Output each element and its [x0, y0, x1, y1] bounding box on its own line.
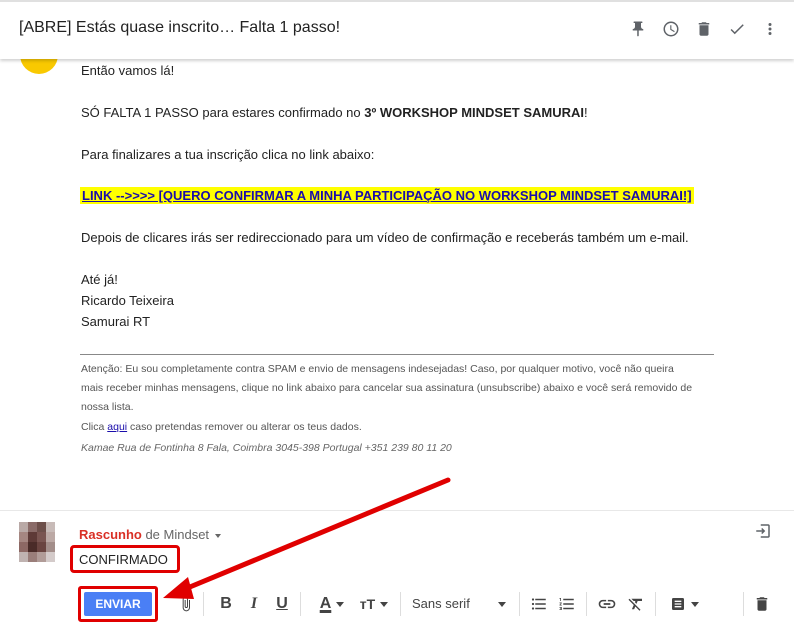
- header-actions: [628, 18, 780, 40]
- confirm-participation-link[interactable]: LINK -->>>> [QUERO CONFIRMAR A MINHA PAR…: [82, 188, 692, 203]
- signature-name: Ricardo Teixeira: [81, 293, 174, 308]
- more-formatting-icon[interactable]: [667, 594, 701, 614]
- dropdown-caret: [498, 601, 506, 607]
- font-family-select[interactable]: Sans serif: [412, 596, 470, 611]
- email-header: [ABRE] Estás quase inscrito… Falta 1 pas…: [0, 0, 794, 59]
- signature-company: Samurai RT: [81, 314, 151, 329]
- workshop-name: 3º WORKSHOP MINDSET SAMURAI: [364, 105, 584, 120]
- toolbar-divider: [203, 592, 204, 616]
- text-size-icon[interactable]: тT: [356, 594, 392, 614]
- avatar: [19, 522, 55, 562]
- done-check-icon[interactable]: [727, 18, 747, 40]
- font-family-label: Sans serif: [412, 596, 470, 611]
- attach-icon[interactable]: [178, 594, 194, 614]
- text-color-icon[interactable]: A: [314, 594, 350, 614]
- text-size-glyph: тT: [359, 596, 376, 612]
- toolbar-divider: [743, 592, 744, 616]
- unsubscribe-link[interactable]: aqui: [107, 421, 127, 433]
- discard-draft-icon[interactable]: [752, 594, 772, 614]
- body-text: !: [584, 105, 588, 120]
- footer-divider: [80, 354, 714, 355]
- bold-icon[interactable]: B: [218, 594, 234, 614]
- compose-divider: [0, 510, 794, 511]
- footer-text: caso pretendas remover ou alterar os teu…: [127, 421, 362, 433]
- italic-icon[interactable]: I: [246, 594, 262, 614]
- from-text: de Mindset: [141, 527, 210, 542]
- toolbar-divider: [655, 592, 656, 616]
- chevron-down-icon: [690, 601, 699, 607]
- font-color-glyph: A: [319, 595, 332, 612]
- toolbar-divider: [400, 592, 401, 616]
- chevron-down-icon[interactable]: [496, 594, 508, 614]
- footer-line-1: Atenção: Eu sou completamente contra SPA…: [81, 363, 674, 375]
- toolbar-divider: [586, 592, 587, 616]
- numbered-list-icon[interactable]: [558, 594, 576, 614]
- greeting: Então vamos lá!: [81, 63, 175, 78]
- send-button[interactable]: ENVIAR: [84, 592, 152, 616]
- draft-label: Rascunho: [79, 527, 142, 542]
- chevron-down-icon: [380, 601, 389, 607]
- body-paragraph-1: SÓ FALTA 1 PASSO para estares confirmado…: [81, 105, 588, 121]
- toolbar-divider: [300, 592, 301, 616]
- footer-text: Clica: [81, 421, 108, 433]
- annotation-arrow-shaft: [182, 477, 451, 592]
- delete-icon[interactable]: [694, 18, 714, 40]
- chevron-down-icon: [336, 601, 345, 607]
- footer-address: Kamae Rua de Fontinha 8 Fala, Coimbra 30…: [81, 442, 452, 454]
- signoff: Até já!: [81, 272, 118, 287]
- draft-from-line[interactable]: Rascunho de Mindset: [79, 527, 222, 542]
- compose-body-input[interactable]: CONFIRMADO: [79, 552, 168, 567]
- more-vert-icon[interactable]: [760, 18, 780, 40]
- body-paragraph-3: Depois de clicares irás ser redirecciona…: [81, 230, 689, 245]
- body-text: SÓ FALTA 1 PASSO para estares confirmado…: [81, 105, 365, 120]
- email-subject: [ABRE] Estás quase inscrito… Falta 1 pas…: [19, 19, 341, 36]
- body-paragraph-2: Para finalizares a tua inscrição clica n…: [81, 147, 375, 162]
- link-icon[interactable]: [597, 594, 617, 614]
- chevron-down-icon: [215, 533, 222, 538]
- pin-icon[interactable]: [628, 18, 648, 40]
- toolbar-divider: [519, 592, 520, 616]
- remove-formatting-icon[interactable]: [626, 594, 646, 614]
- underline-icon[interactable]: U: [274, 594, 290, 614]
- footer-line-3: nossa lista.: [81, 401, 134, 413]
- confirm-link-row: LINK -->>>> [QUERO CONFIRMAR A MINHA PAR…: [80, 187, 694, 204]
- footer-unsubscribe: Clica aqui caso pretendas remover ou alt…: [81, 420, 362, 434]
- footer-line-2: mais receber minhas mensagens, clique no…: [81, 382, 693, 394]
- link-highlight: LINK -->>>> [QUERO CONFIRMAR A MINHA PAR…: [80, 187, 694, 204]
- popout-icon[interactable]: [754, 522, 772, 540]
- snooze-clock-icon[interactable]: [661, 18, 681, 40]
- bulleted-list-icon[interactable]: [530, 594, 548, 614]
